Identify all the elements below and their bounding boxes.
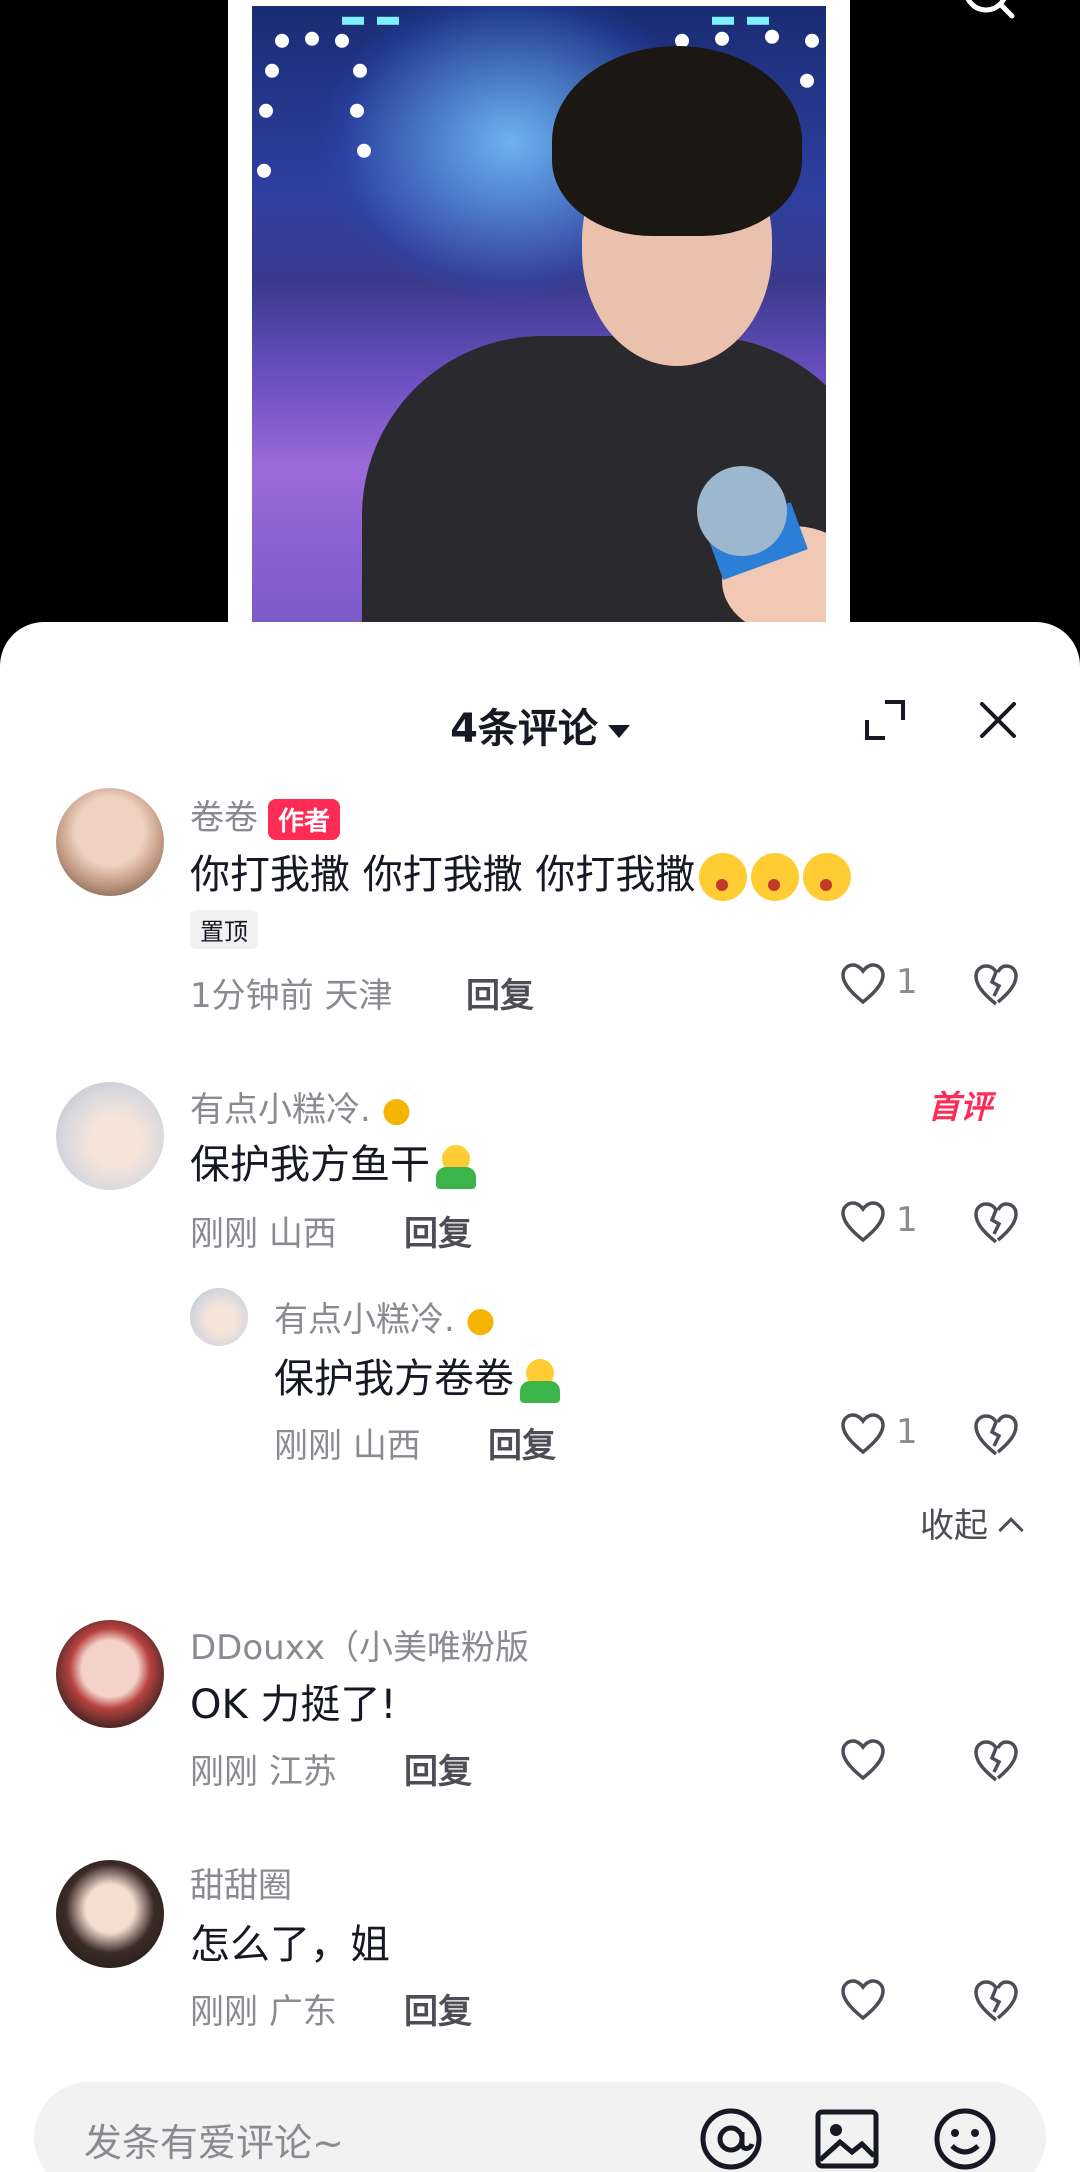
dislike-icon[interactable] bbox=[972, 962, 1020, 1010]
comment-username[interactable]: 甜甜圈 bbox=[190, 1858, 292, 1907]
comment-location: 广东 bbox=[268, 1992, 337, 2032]
at-icon[interactable] bbox=[696, 2104, 766, 2172]
like-icon bbox=[841, 963, 885, 1005]
comment-meta: 1分钟前 天津 bbox=[190, 968, 392, 1017]
like-icon bbox=[841, 1201, 885, 1243]
like-count: 1 bbox=[896, 1200, 918, 1240]
like-icon[interactable] bbox=[840, 1978, 886, 2024]
username-text: 有点小糕冷. bbox=[274, 1300, 455, 1340]
chick-emoji-icon: ● bbox=[465, 1300, 496, 1340]
comment-input-placeholder[interactable]: 发条有爱评论~ bbox=[84, 2112, 344, 2167]
reply-username[interactable]: 有点小糕冷. ● bbox=[274, 1292, 495, 1341]
reply-time: 刚刚 bbox=[274, 1426, 342, 1466]
like-count: 1 bbox=[896, 962, 918, 1002]
comment-location: 江苏 bbox=[268, 1752, 337, 1792]
username-text: 有点小糕冷. bbox=[190, 1090, 371, 1130]
video-area[interactable] bbox=[0, 0, 1080, 640]
video-thumbnail bbox=[252, 6, 826, 622]
person-hair bbox=[552, 46, 802, 236]
comment-meta: 刚刚 广东 bbox=[190, 1984, 337, 2033]
comment-content: 保护我方鱼干 bbox=[190, 1142, 430, 1188]
comment-username[interactable]: DDouxx（小美唯粉版 bbox=[190, 1620, 529, 1669]
green-person-emoji-icon bbox=[434, 1145, 478, 1189]
chevron-up-icon bbox=[998, 1517, 1024, 1543]
comment-count-title[interactable]: 4条评论 bbox=[0, 696, 1080, 754]
reply-button[interactable]: 回复 bbox=[466, 968, 534, 1017]
username-text: 卷卷 bbox=[190, 798, 258, 838]
reply-content: 保护我方卷卷 bbox=[274, 1356, 514, 1402]
chick-emoji-icon: ● bbox=[381, 1090, 412, 1130]
reply-meta: 刚刚 山西 bbox=[274, 1418, 421, 1467]
comment-time: 1分钟前 bbox=[190, 976, 314, 1016]
comment-text: 你打我撒 你打我撒 你打我撒 bbox=[190, 842, 852, 901]
avatar[interactable] bbox=[56, 788, 164, 896]
reply-button[interactable]: 回复 bbox=[488, 1418, 556, 1467]
dislike-icon[interactable] bbox=[972, 1412, 1020, 1460]
reply-button[interactable]: 回复 bbox=[404, 1206, 472, 1255]
collapse-replies-button[interactable]: 收起 bbox=[920, 1498, 1024, 1547]
pinned-tag: 置顶 bbox=[190, 910, 258, 949]
flushed-emoji-icon bbox=[803, 853, 852, 901]
comment-location: 山西 bbox=[268, 1214, 337, 1254]
comment-location: 天津 bbox=[324, 976, 393, 1016]
comment-count-label: 4条评论 bbox=[450, 706, 598, 752]
expand-icon[interactable] bbox=[863, 698, 907, 742]
like-icon[interactable] bbox=[840, 1738, 886, 1784]
comment-username[interactable]: 有点小糕冷. ● bbox=[190, 1082, 411, 1131]
like-icon bbox=[841, 1413, 885, 1455]
comment-text: 保护我方鱼干 bbox=[190, 1132, 478, 1190]
dislike-icon[interactable] bbox=[972, 1978, 1020, 2026]
comment-username[interactable]: 卷卷 作者 bbox=[190, 790, 341, 840]
emoji-icon[interactable] bbox=[930, 2104, 1000, 2172]
close-icon[interactable] bbox=[976, 698, 1020, 742]
avatar[interactable] bbox=[56, 1082, 164, 1190]
dislike-icon[interactable] bbox=[972, 1200, 1020, 1248]
avatar[interactable] bbox=[56, 1620, 164, 1728]
like-button[interactable]: 1 bbox=[840, 1412, 950, 1462]
avatar[interactable] bbox=[56, 1860, 164, 1968]
comment-meta: 刚刚 江苏 bbox=[190, 1744, 337, 1793]
comment-input-bar[interactable]: 发条有爱评论~ bbox=[34, 2082, 1046, 2172]
comment-meta: 刚刚 山西 bbox=[190, 1206, 337, 1255]
reply-button[interactable]: 回复 bbox=[404, 1744, 472, 1793]
dislike-icon[interactable] bbox=[972, 1738, 1020, 1786]
comment-time: 刚刚 bbox=[190, 1214, 258, 1254]
comment-time: 刚刚 bbox=[190, 1752, 258, 1792]
reply-text: 保护我方卷卷 bbox=[274, 1346, 562, 1404]
caret-down-icon bbox=[607, 724, 630, 738]
flushed-emoji-icon bbox=[751, 853, 800, 901]
reply-location: 山西 bbox=[352, 1426, 421, 1466]
green-person-emoji-icon bbox=[518, 1359, 562, 1403]
comment-time: 刚刚 bbox=[190, 1992, 258, 2032]
author-badge: 作者 bbox=[268, 799, 341, 840]
like-button[interactable]: 1 bbox=[840, 962, 950, 1012]
collapse-label: 收起 bbox=[920, 1506, 988, 1546]
comment-text: 怎么了，姐 bbox=[190, 1922, 390, 1968]
like-count: 1 bbox=[896, 1412, 918, 1452]
microphone-head bbox=[697, 466, 787, 556]
video-frame bbox=[228, 0, 850, 622]
flushed-emoji-icon bbox=[699, 853, 748, 901]
comment-content: 你打我撒 你打我撒 你打我撒 bbox=[190, 852, 696, 898]
sheet-header: 4条评论 bbox=[0, 678, 1080, 758]
reply-avatar[interactable] bbox=[190, 1288, 248, 1346]
search-icon[interactable] bbox=[956, 0, 1016, 30]
image-icon[interactable] bbox=[812, 2104, 882, 2172]
first-comment-badge: 首评 bbox=[928, 1088, 993, 1126]
reply-button[interactable]: 回复 bbox=[404, 1984, 472, 2033]
like-button[interactable]: 1 bbox=[840, 1200, 950, 1250]
comment-text: OK 力挺了! bbox=[190, 1682, 397, 1728]
